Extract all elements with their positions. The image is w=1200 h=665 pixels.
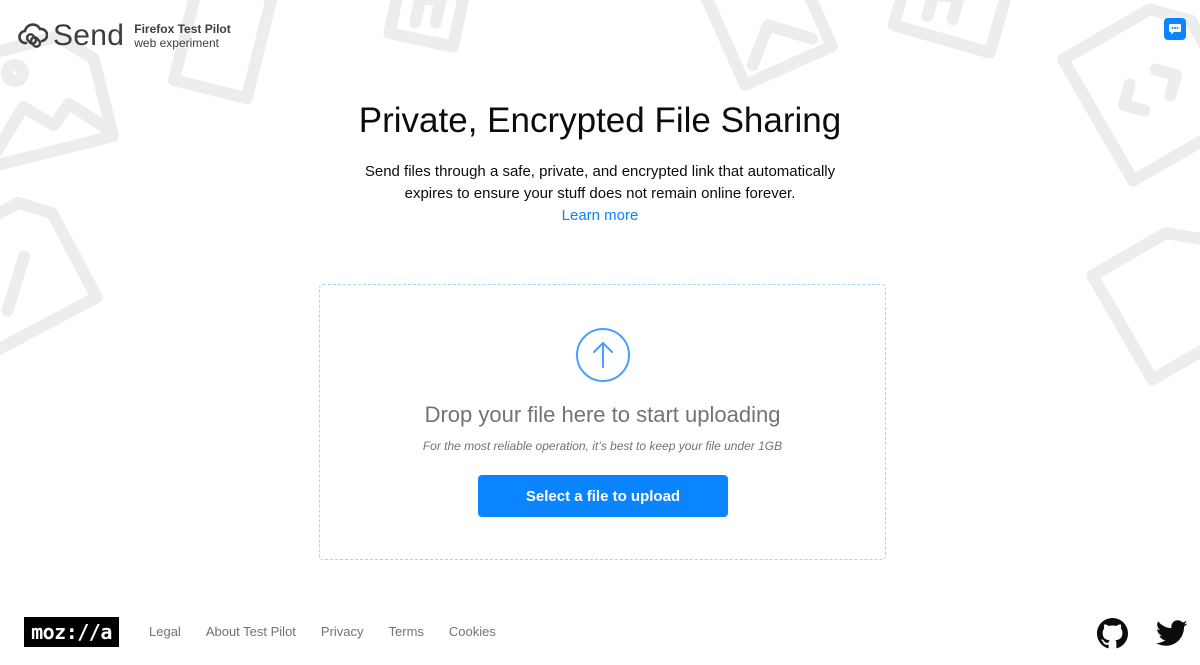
footer: moz://a Legal About Test Pilot Privacy T… (0, 612, 1200, 652)
background-file-icon-right (1086, 227, 1200, 386)
upload-arrow-icon (576, 328, 630, 382)
feedback-button[interactable] (1164, 18, 1186, 40)
test-pilot-subtitle: web experiment (134, 36, 219, 50)
learn-more-link[interactable]: Learn more (562, 207, 639, 224)
send-page: Send Firefox Test Pilot web experiment P… (0, 0, 1200, 665)
footer-link-privacy[interactable]: Privacy (321, 623, 364, 641)
upload-dropzone[interactable]: Drop your file here to start uploading F… (319, 284, 886, 560)
select-file-button[interactable]: Select a file to upload (478, 475, 728, 517)
github-icon[interactable] (1097, 618, 1128, 649)
app-name[interactable]: Send (53, 18, 124, 54)
footer-link-cookies[interactable]: Cookies (449, 623, 496, 641)
twitter-icon[interactable] (1156, 620, 1188, 647)
background-image-file-icon-2 (698, 0, 838, 91)
learn-more-container: Learn more (0, 205, 1200, 227)
footer-link-terms[interactable]: Terms (389, 623, 424, 641)
footer-links: Legal About Test Pilot Privacy Terms Coo… (149, 623, 521, 641)
background-music-file-icon-2 (887, 0, 1016, 59)
file-size-note: For the most reliable operation, it’s be… (422, 439, 783, 453)
background-music-file-icon (383, 0, 476, 53)
intro-text: Send files through a safe, private, and … (364, 163, 836, 202)
chat-bubble-icon (1169, 24, 1181, 35)
mozilla-logo[interactable]: moz://a (24, 617, 119, 647)
header: Send Firefox Test Pilot web experiment (18, 18, 231, 54)
test-pilot-title: Firefox Test Pilot (134, 22, 231, 36)
footer-link-legal[interactable]: Legal (149, 623, 181, 641)
footer-link-about-test-pilot[interactable]: About Test Pilot (206, 623, 296, 641)
drop-title: Drop your file here to start uploading (424, 402, 781, 427)
send-logo-icon[interactable] (18, 21, 48, 51)
test-pilot-badge[interactable]: Firefox Test Pilot web experiment (134, 22, 230, 50)
page-title: Private, Encrypted File Sharing (358, 101, 842, 140)
